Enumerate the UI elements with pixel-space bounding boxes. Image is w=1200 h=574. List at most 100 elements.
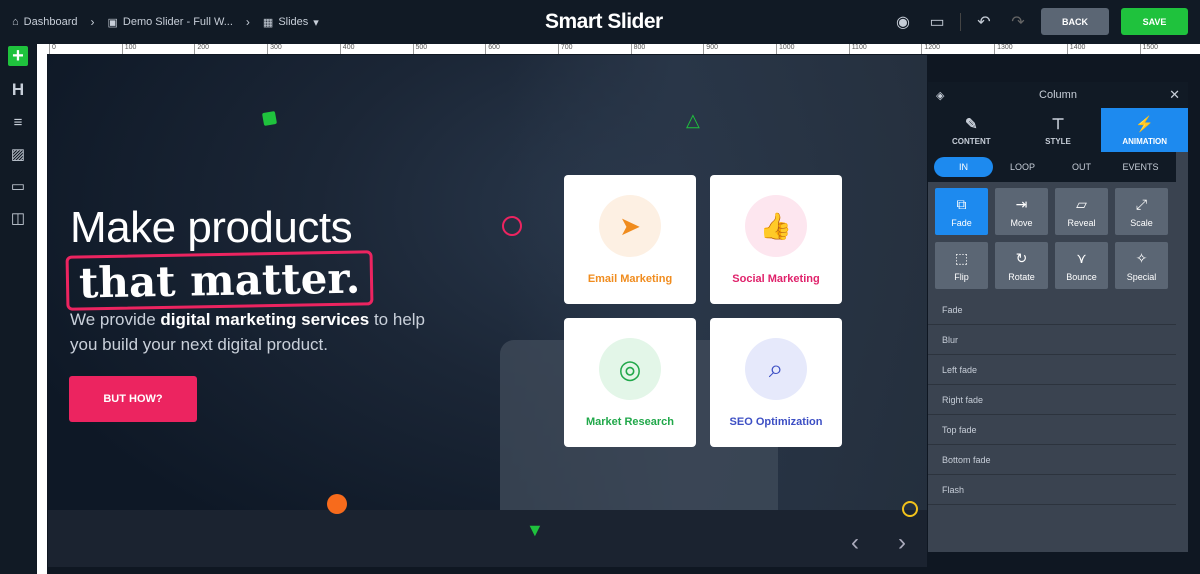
service-card[interactable]: 👍 Social Marketing [710, 175, 842, 304]
paper-plane-icon: ➤ [599, 195, 661, 257]
breadcrumb-slides[interactable]: Slides [278, 16, 308, 28]
service-card[interactable]: ➤ Email Marketing [564, 175, 696, 304]
animation-preset-item[interactable]: Top fade [928, 415, 1176, 445]
ruler-tick: 1400 [1066, 44, 1085, 54]
arrow-right-icon[interactable]: › [898, 529, 906, 557]
pencil-icon: ✎ [965, 115, 978, 133]
chevron-right-icon: › [245, 15, 250, 29]
horizontal-ruler: 0 100 200 300 400 500 600 700 800 900 1000 1100 1200… [37, 44, 1200, 54]
layers-icon[interactable]: ◈ [936, 89, 944, 102]
slide-heading[interactable]: Make products [70, 203, 353, 253]
image-icon[interactable]: ▨ [0, 138, 36, 170]
ruler-tick: 200 [194, 44, 209, 54]
scrollbar[interactable] [1176, 227, 1188, 552]
ruler-tick: 300 [267, 44, 282, 54]
undo-icon[interactable]: ↶ [973, 12, 995, 32]
button-label: Flip [954, 271, 969, 282]
paint-roller-icon: ⊤ [1051, 115, 1065, 133]
rotate-icon: ↻ [1015, 249, 1028, 266]
close-icon[interactable]: ✕ [1169, 87, 1180, 103]
tab-label: CONTENT [952, 136, 991, 146]
service-card[interactable]: ⌕ SEO Optimization [710, 318, 842, 447]
slide-paragraph[interactable]: We provide digital marketing services to… [70, 307, 430, 357]
subtab-events[interactable]: EVENTS [1111, 157, 1170, 177]
breadcrumb: ⌂ Dashboard › ▣ Demo Slider - Full W... … [12, 15, 319, 29]
para-text: We provide [70, 310, 161, 329]
heading-icon[interactable]: H [0, 74, 36, 106]
animation-reveal-button[interactable]: ▱ Reveal [1055, 188, 1108, 235]
chevron-right-icon: › [90, 15, 95, 29]
target-icon: ◎ [599, 338, 661, 400]
caret-down-icon[interactable]: ▾ [313, 16, 319, 29]
like-hand-icon: 👍 [745, 195, 807, 257]
animation-fade-button[interactable]: ⧉ Fade [935, 188, 988, 235]
tab-content[interactable]: ✎ CONTENT [928, 108, 1015, 152]
animation-rotate-button[interactable]: ↻ Rotate [995, 242, 1048, 289]
button-label: Special [1126, 271, 1157, 282]
button-label: Move [1010, 217, 1033, 228]
green-square-shape [261, 110, 278, 127]
subtab-out[interactable]: OUT [1052, 157, 1111, 177]
slide-heading-highlight[interactable]: that matter. [65, 250, 374, 311]
ruler-tick: 1200 [921, 44, 940, 54]
ruler-tick: 800 [630, 44, 645, 54]
breadcrumb-slider[interactable]: Demo Slider - Full W... [123, 16, 233, 28]
logo: Smart Slider [545, 10, 663, 33]
animation-preset-item[interactable]: Right fade [928, 385, 1176, 415]
service-card[interactable]: ◎ Market Research [564, 318, 696, 447]
redo-icon[interactable]: ↷ [1007, 12, 1029, 32]
tab-label: ANIMATION [1122, 136, 1168, 146]
animation-scale-button[interactable]: ⤢ Scale [1115, 188, 1168, 235]
ruler-tick: 0 [49, 44, 56, 54]
left-toolbar: + H ≡ ▨ ▭ ◫ [0, 44, 36, 574]
animation-bounce-button[interactable]: ⋎ Bounce [1055, 242, 1108, 289]
pink-circle-shape [502, 216, 522, 236]
chart-search-icon: ⌕ [745, 338, 807, 400]
ruler-tick: 400 [339, 44, 354, 54]
button-icon[interactable]: ▭ [0, 170, 36, 202]
ruler-tick: 700 [557, 44, 573, 54]
animation-preset-item[interactable]: Flash [928, 475, 1176, 505]
row-icon[interactable]: ◫ [0, 202, 36, 234]
ruler-tick: 100 [121, 44, 136, 54]
tab-animation[interactable]: ⚡ ANIMATION [1101, 108, 1189, 152]
divider [960, 12, 961, 31]
home-icon: ⌂ [12, 16, 19, 28]
animation-preset-item[interactable]: Left fade [928, 355, 1176, 385]
button-label: Bounce [1066, 271, 1097, 282]
animation-flip-button[interactable]: ⬚ Flip [935, 242, 988, 289]
cta-button[interactable]: BUT HOW? [69, 376, 197, 422]
animation-preset-item[interactable]: Bottom fade [928, 445, 1176, 475]
animation-preset-item[interactable]: Fade [928, 295, 1176, 325]
animation-special-button[interactable]: ✧ Special [1115, 242, 1168, 289]
subtab-loop[interactable]: LOOP [993, 157, 1052, 177]
tab-style[interactable]: ⊤ STYLE [1015, 108, 1102, 152]
add-layer-button[interactable]: + [8, 45, 28, 67]
button-label: Fade [951, 217, 972, 228]
animation-move-button[interactable]: ⇥ Move [995, 188, 1048, 235]
para-bold: digital marketing services [160, 310, 370, 329]
card-label: SEO Optimization [729, 416, 823, 428]
text-icon[interactable]: ≡ [0, 106, 36, 138]
slide-canvas[interactable]: △ ▼ Make products that matter. We provid… [48, 55, 927, 567]
card-label: Email Marketing [587, 273, 673, 285]
subtab-in[interactable]: IN [934, 157, 993, 177]
grid-icon: ▦ [262, 16, 274, 29]
ruler-tick: 1000 [776, 44, 795, 54]
reveal-icon: ▱ [1076, 195, 1087, 212]
desk-photo [48, 510, 927, 567]
arrow-left-icon[interactable]: ‹ [851, 529, 859, 557]
save-button[interactable]: SAVE [1121, 8, 1188, 35]
button-label: Rotate [1008, 271, 1035, 282]
tab-label: STYLE [1045, 136, 1071, 146]
scale-icon: ⤢ [1135, 195, 1148, 212]
laptop-icon[interactable]: ▭ [926, 12, 948, 32]
eye-icon[interactable]: ◉ [892, 12, 914, 32]
green-triangle-shape: △ [686, 110, 700, 130]
breadcrumb-dashboard[interactable]: Dashboard [24, 16, 78, 28]
vertical-ruler [37, 54, 47, 574]
animation-preset-item[interactable]: Blur [928, 325, 1176, 355]
green-triangle-shape: ▼ [526, 520, 544, 540]
back-button[interactable]: BACK [1041, 8, 1109, 35]
card-label: Market Research [585, 416, 675, 428]
